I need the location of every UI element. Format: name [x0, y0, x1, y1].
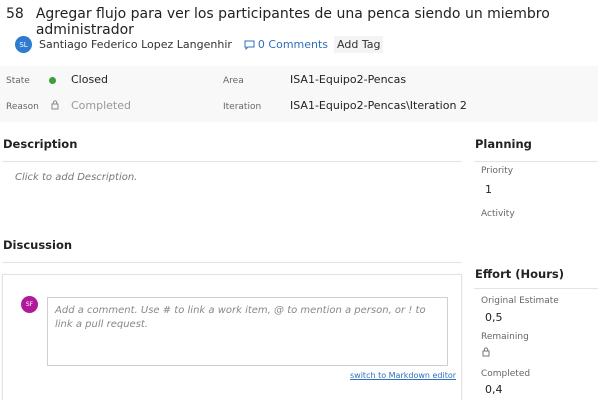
description-field[interactable]: Click to add Description.	[15, 172, 137, 183]
completed-field[interactable]: 0,4	[485, 383, 503, 396]
state-dropdown[interactable]: Closed	[71, 73, 108, 86]
activity-label: Activity	[481, 209, 515, 219]
meta-row: SL Santiago Federico Lopez Langenhir 0 C…	[15, 36, 384, 53]
original-estimate-label: Original Estimate	[481, 296, 559, 306]
author-avatar: SL	[15, 36, 32, 53]
commenter-avatar: SF	[21, 296, 38, 313]
area-dropdown[interactable]: ISA1-Equipo2-Pencas	[290, 73, 406, 86]
reason-label: Reason	[6, 102, 39, 112]
effort-divider	[474, 288, 598, 289]
effort-heading: Effort (Hours)	[475, 267, 564, 281]
markdown-editor-link[interactable]: switch to Markdown editor	[350, 371, 456, 380]
description-divider	[2, 161, 462, 162]
comment-input[interactable]: Add a comment. Use # to link a work item…	[47, 297, 448, 366]
activity-field[interactable]	[485, 224, 585, 238]
state-label: State	[6, 76, 30, 86]
description-heading: Description	[3, 137, 78, 151]
original-estimate-field[interactable]: 0,5	[485, 311, 503, 324]
reason-value: Completed	[71, 99, 131, 112]
priority-label: Priority	[481, 166, 514, 176]
padlock-icon	[482, 347, 490, 357]
lock-icon	[51, 100, 59, 110]
add-tag-button[interactable]: Add Tag	[334, 36, 384, 53]
priority-field[interactable]: 1	[485, 183, 492, 196]
remaining-label: Remaining	[481, 332, 529, 342]
comments-count: 0 Comments	[257, 38, 329, 51]
comments-link[interactable]: 0 Comments	[244, 38, 328, 51]
work-item-title[interactable]: Agregar flujo para ver los participantes…	[36, 6, 598, 38]
planning-divider	[474, 161, 598, 162]
work-item-title-row: 58 Agregar flujo para ver los participan…	[6, 6, 598, 38]
state-indicator	[49, 77, 56, 84]
fields-band: State Closed Reason Completed Area ISA1-…	[0, 66, 598, 122]
author-name[interactable]: Santiago Federico Lopez Langenhir	[39, 38, 232, 51]
discussion-divider	[2, 262, 462, 263]
iteration-label: Iteration	[223, 102, 262, 112]
work-item-id: 58	[6, 6, 24, 22]
completed-label: Completed	[481, 369, 531, 379]
planning-heading: Planning	[475, 137, 532, 151]
comment-icon	[244, 40, 255, 50]
area-label: Area	[223, 76, 244, 86]
discussion-heading: Discussion	[3, 238, 73, 252]
iteration-dropdown[interactable]: ISA1-Equipo2-Pencas\Iteration 2	[290, 99, 467, 112]
